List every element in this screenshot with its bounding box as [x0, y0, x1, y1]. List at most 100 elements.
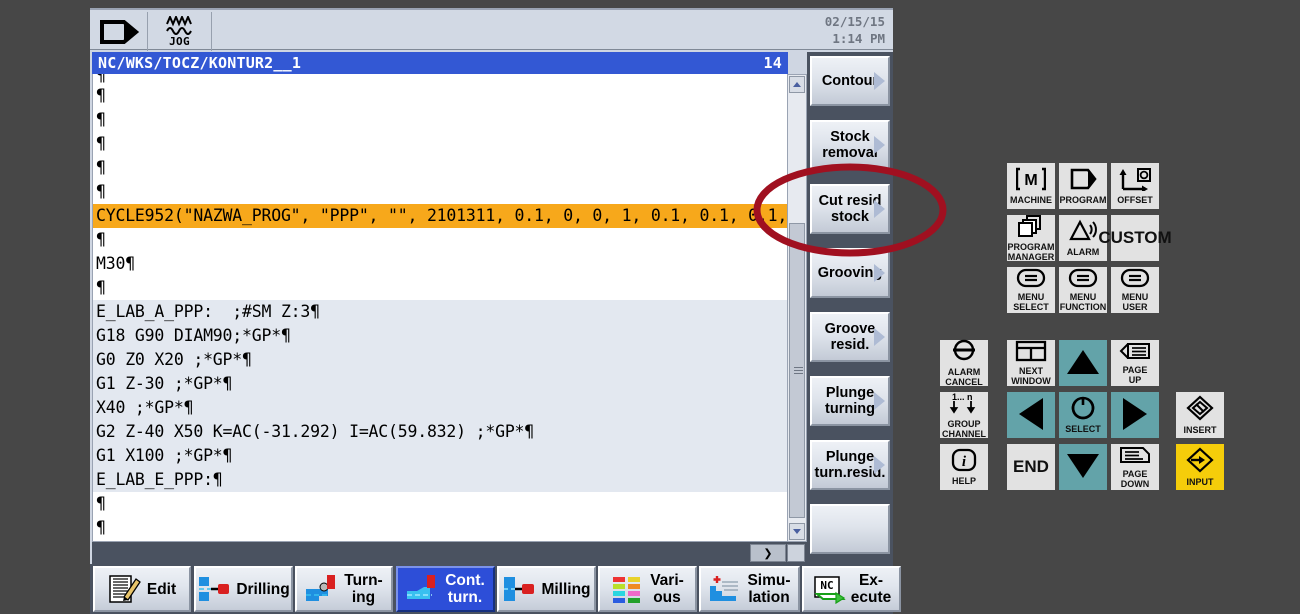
various-color-grid-icon — [611, 573, 645, 605]
code-line[interactable]: M30¶ — [93, 252, 787, 276]
code-line[interactable]: ¶ — [93, 180, 787, 204]
code-line[interactable]: E_LAB_E_PPP:¶ — [93, 468, 787, 492]
key-label: INPUT — [1186, 477, 1214, 487]
svg-text:M: M — [1024, 172, 1037, 189]
softkey-cut-resid-stock[interactable]: Cut resid stock — [810, 184, 890, 234]
code-line[interactable]: ¶ — [93, 492, 787, 516]
key-insert[interactable]: INSERT — [1176, 392, 1224, 438]
softkey-empty-7[interactable] — [810, 504, 890, 554]
key-menu-select[interactable]: MENU SELECT — [1007, 267, 1055, 313]
arrow-left-icon — [1019, 398, 1043, 430]
key-program-manager[interactable]: PROGRAM MANAGER — [1007, 215, 1055, 262]
tab-label: Vari- ous — [650, 572, 684, 606]
key-next-window[interactable]: NEXT WINDOW — [1007, 340, 1055, 386]
key-input[interactable]: INPUT — [1176, 444, 1224, 490]
key-label: INSERT — [1183, 425, 1217, 435]
tab-label: Drilling — [236, 580, 290, 598]
contour-turning-tool-icon — [406, 573, 440, 605]
arrow-right-icon — [1123, 398, 1147, 430]
nc-code-editor[interactable]: ¶ ¶ ¶ ¶ ¶ ¶ CYCLE952("NAZWA_PROG", "PPP", "", … — [92, 74, 788, 542]
code-line[interactable]: G0 Z0 X20 ;*GP*¶ — [93, 348, 787, 372]
key-custom[interactable]: CUSTOM — [1098, 215, 1172, 261]
tab-milling[interactable]: Milling — [497, 566, 596, 612]
arrow-up-icon — [1067, 350, 1099, 374]
insert-diamond-icon — [1186, 395, 1214, 423]
arrow-down-icon — [1067, 454, 1099, 478]
key-end[interactable]: END — [1007, 444, 1055, 490]
tab-edit[interactable]: Edit — [93, 566, 191, 612]
code-line[interactable]: ¶ — [93, 132, 787, 156]
code-line[interactable]: ¶ — [93, 516, 787, 540]
key-arrow-up-icon[interactable] — [1059, 340, 1107, 386]
softkey-contour[interactable]: Contour — [810, 56, 890, 106]
softkey-label: Grooving — [817, 265, 883, 281]
softkey-stock-removal[interactable]: Stock removal — [810, 120, 890, 170]
code-line[interactable]: X40 ;*GP*¶ — [93, 396, 787, 420]
softkey-arrow-icon — [874, 328, 885, 346]
drilling-tool-icon — [197, 573, 231, 605]
key-menu-function[interactable]: MENU FUNCTION — [1059, 267, 1107, 313]
editor-vertical-scrollbar[interactable] — [788, 74, 807, 542]
operating-mode-jog[interactable]: JOG — [148, 12, 212, 51]
softkey-groove-resid[interactable]: Groove resid. — [810, 312, 890, 362]
nc-execute-icon: NC — [812, 573, 846, 605]
code-line[interactable]: E_LAB_A_PPP: ;#SM Z:3¶ — [93, 300, 787, 324]
tab-drilling[interactable]: Drilling — [194, 566, 293, 612]
softkey-arrow-icon — [874, 136, 885, 154]
key-label: GROUP CHANNEL — [942, 419, 986, 439]
group-channel-icon: 1... n — [947, 391, 981, 417]
tab-vari-ous[interactable]: Vari- ous — [598, 566, 697, 612]
key-menu-user[interactable]: MENU USER — [1111, 267, 1159, 313]
code-line[interactable]: G1 Z-30 ;*GP*¶ — [93, 372, 787, 396]
input-arrow-diamond-icon — [1186, 447, 1214, 475]
code-line[interactable]: ¶ — [93, 276, 787, 300]
key-arrow-down-icon[interactable] — [1059, 444, 1107, 490]
code-line[interactable]: ¶ — [93, 84, 787, 108]
softkey-grooving[interactable]: Grooving — [810, 248, 890, 298]
key-alarm-cancel[interactable]: ALARM CANCEL — [940, 339, 988, 387]
code-line[interactable]: G18 G90 DIAM90;*GP*¶ — [93, 324, 787, 348]
scroll-up-button[interactable] — [789, 76, 805, 93]
scrollbar-thumb[interactable] — [789, 223, 805, 518]
code-line[interactable]: G1 X100 ;*GP*¶ — [93, 444, 787, 468]
key-program[interactable]: PROGRAM — [1059, 163, 1107, 209]
hmi-panel: JOG 02/15/15 1:14 PM NC/WKS/TOCZ/KONTUR2… — [90, 8, 901, 614]
editor-horizontal-scroll-strip[interactable]: ❯ — [92, 542, 807, 564]
tab-turn-ing[interactable]: Turn- ing — [295, 566, 393, 612]
key-offset[interactable]: OFFSET — [1111, 163, 1159, 209]
tab-ex-ecute[interactable]: NC Ex- ecute — [802, 566, 901, 612]
tab-simu-lation[interactable]: Simu- lation — [699, 566, 800, 612]
softkey-plunge-turn-resid[interactable]: Plunge turn.resid. — [810, 440, 890, 490]
channel-indicator[interactable] — [90, 12, 148, 51]
chevron-up-icon — [793, 82, 801, 87]
code-line[interactable]: ¶ — [93, 228, 787, 252]
key-select[interactable]: SELECT — [1059, 392, 1107, 438]
turning-tool-icon — [305, 573, 339, 605]
tab-label: Turn- ing — [344, 572, 383, 606]
softkey-plunge-turning[interactable]: Plunge turning — [810, 376, 890, 426]
scroll-right-button[interactable]: ❯ — [750, 544, 786, 562]
tab-cont-turn[interactable]: Cont. turn. — [396, 566, 495, 612]
key-arrow-left-icon[interactable] — [1007, 392, 1055, 438]
key-machine[interactable]: M MACHINE — [1007, 163, 1055, 209]
code-line[interactable]: ¶ — [93, 156, 787, 180]
code-line[interactable]: ¶ — [93, 74, 787, 84]
key-page-up[interactable]: PAGE UP — [1111, 340, 1159, 386]
key-page-down[interactable]: PAGE DOWN — [1111, 444, 1159, 490]
scroll-corner — [787, 544, 805, 562]
machine-m-icon: M — [1015, 167, 1047, 193]
code-line[interactable]: G2 Z-40 X50 K=AC(-31.292) I=AC(59.832) ;… — [93, 420, 787, 444]
date-text: 02/15/15 — [824, 14, 885, 29]
scroll-down-button[interactable] — [789, 523, 805, 540]
program-path: NC/WKS/TOCZ/KONTUR2__1 — [98, 54, 302, 72]
next-window-icon — [1015, 340, 1047, 364]
code-line[interactable]: ¶ — [93, 108, 787, 132]
tab-label: Simu- lation — [747, 572, 791, 606]
softkey-label: Stock removal — [822, 129, 878, 161]
key-group-channel[interactable]: 1... n GROUP CHANNEL — [940, 391, 988, 439]
channel-arrow-icon — [99, 19, 139, 44]
softkey-label: Groove resid. — [824, 321, 876, 353]
code-line-selected[interactable]: CYCLE952("NAZWA_PROG", "PPP", "", 210131… — [93, 204, 787, 228]
key-help[interactable]: i HELP — [940, 444, 988, 490]
key-arrow-right-icon[interactable] — [1111, 392, 1159, 438]
